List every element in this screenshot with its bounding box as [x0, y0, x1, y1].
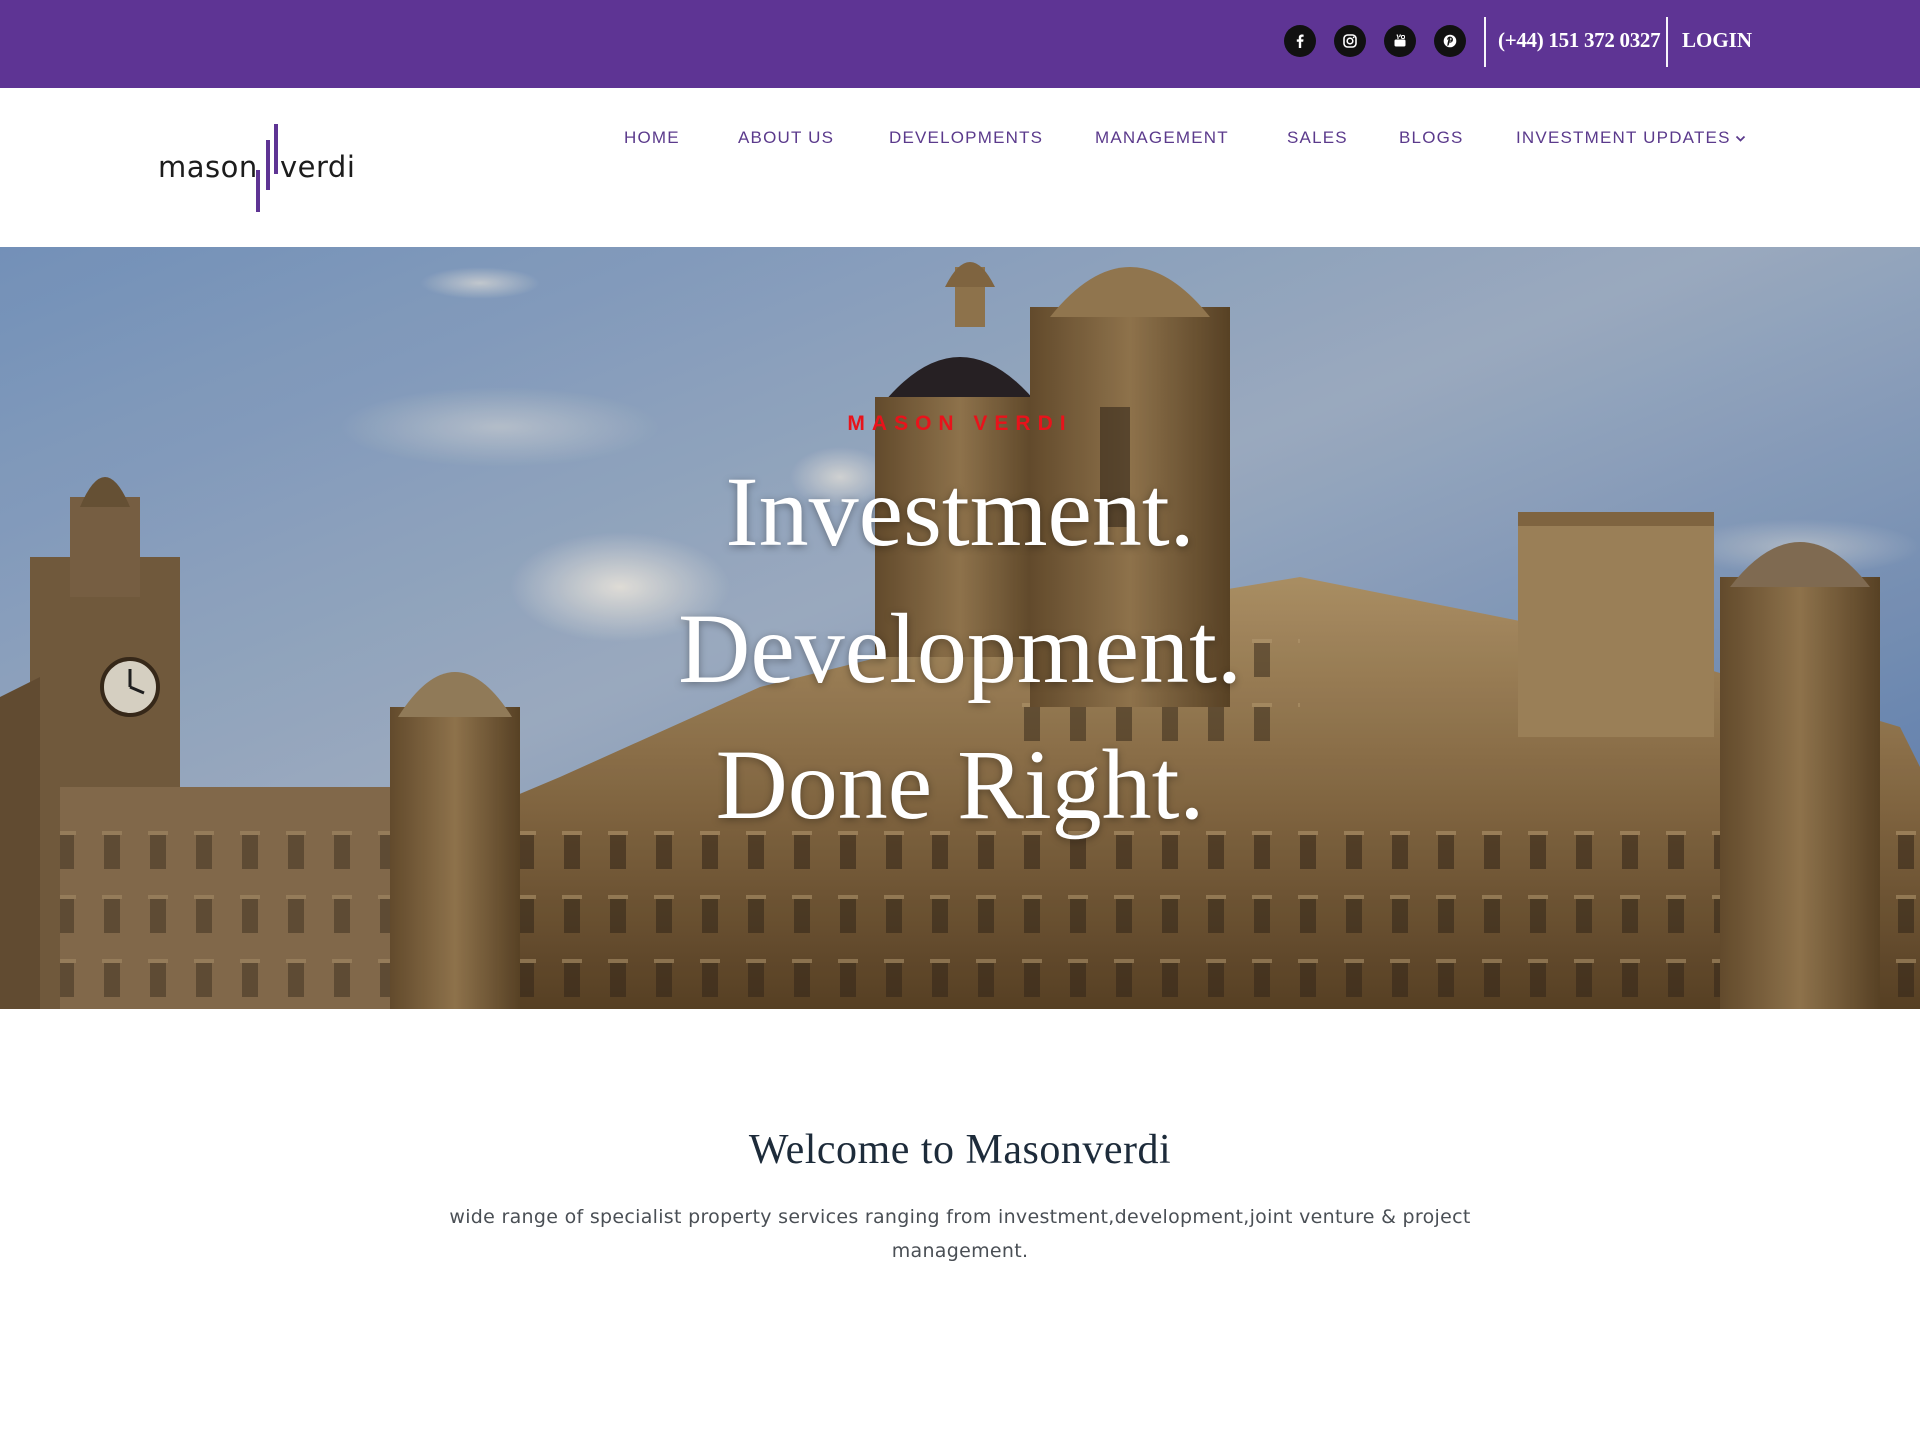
- login-link[interactable]: LOGIN: [1682, 28, 1752, 53]
- welcome-title: Welcome to Masonverdi: [748, 1127, 1172, 1173]
- nav-home[interactable]: HOME: [624, 128, 680, 148]
- hero-headline-line-1: Investment.: [725, 456, 1195, 567]
- hero-kicker: MASON VERDI: [847, 412, 1073, 435]
- facebook-icon[interactable]: [1284, 25, 1316, 57]
- welcome-description: wide range of specialist property servic…: [449, 1206, 1471, 1262]
- phone-number[interactable]: (+44) 151 372 0327: [1498, 28, 1661, 53]
- nav-investment-updates-label: INVESTMENT UPDATES: [1516, 128, 1731, 147]
- logo-text-verdi: verdi: [280, 150, 356, 184]
- main-nav: HOME ABOUT US DEVELOPMENTS MANAGEMENT SA…: [0, 128, 1920, 152]
- youtube-icon[interactable]: [1384, 25, 1416, 57]
- nav-developments[interactable]: DEVELOPMENTS: [889, 128, 1043, 148]
- nav-management[interactable]: MANAGEMENT: [1095, 128, 1229, 148]
- nav-about-us[interactable]: ABOUT US: [738, 128, 834, 148]
- nav-sales[interactable]: SALES: [1287, 128, 1348, 148]
- divider: [1666, 17, 1668, 67]
- instagram-icon[interactable]: [1334, 25, 1366, 57]
- hero-headline-line-3: Done Right.: [715, 729, 1205, 840]
- divider: [1484, 17, 1486, 67]
- chevron-down-icon: [1735, 135, 1745, 142]
- hero-banner: MASON VERDI Investment. Development. Don…: [0, 247, 1920, 1009]
- nav-blogs[interactable]: BLOGS: [1399, 128, 1464, 148]
- logo-text-mason: mason: [158, 150, 258, 184]
- top-bar: (+44) 151 372 0327 LOGIN: [0, 0, 1920, 88]
- nav-investment-updates[interactable]: INVESTMENT UPDATES: [1516, 128, 1746, 148]
- hero-headline-line-2: Development.: [678, 593, 1242, 704]
- pinterest-icon[interactable]: [1434, 25, 1466, 57]
- logo-bar: [256, 170, 260, 212]
